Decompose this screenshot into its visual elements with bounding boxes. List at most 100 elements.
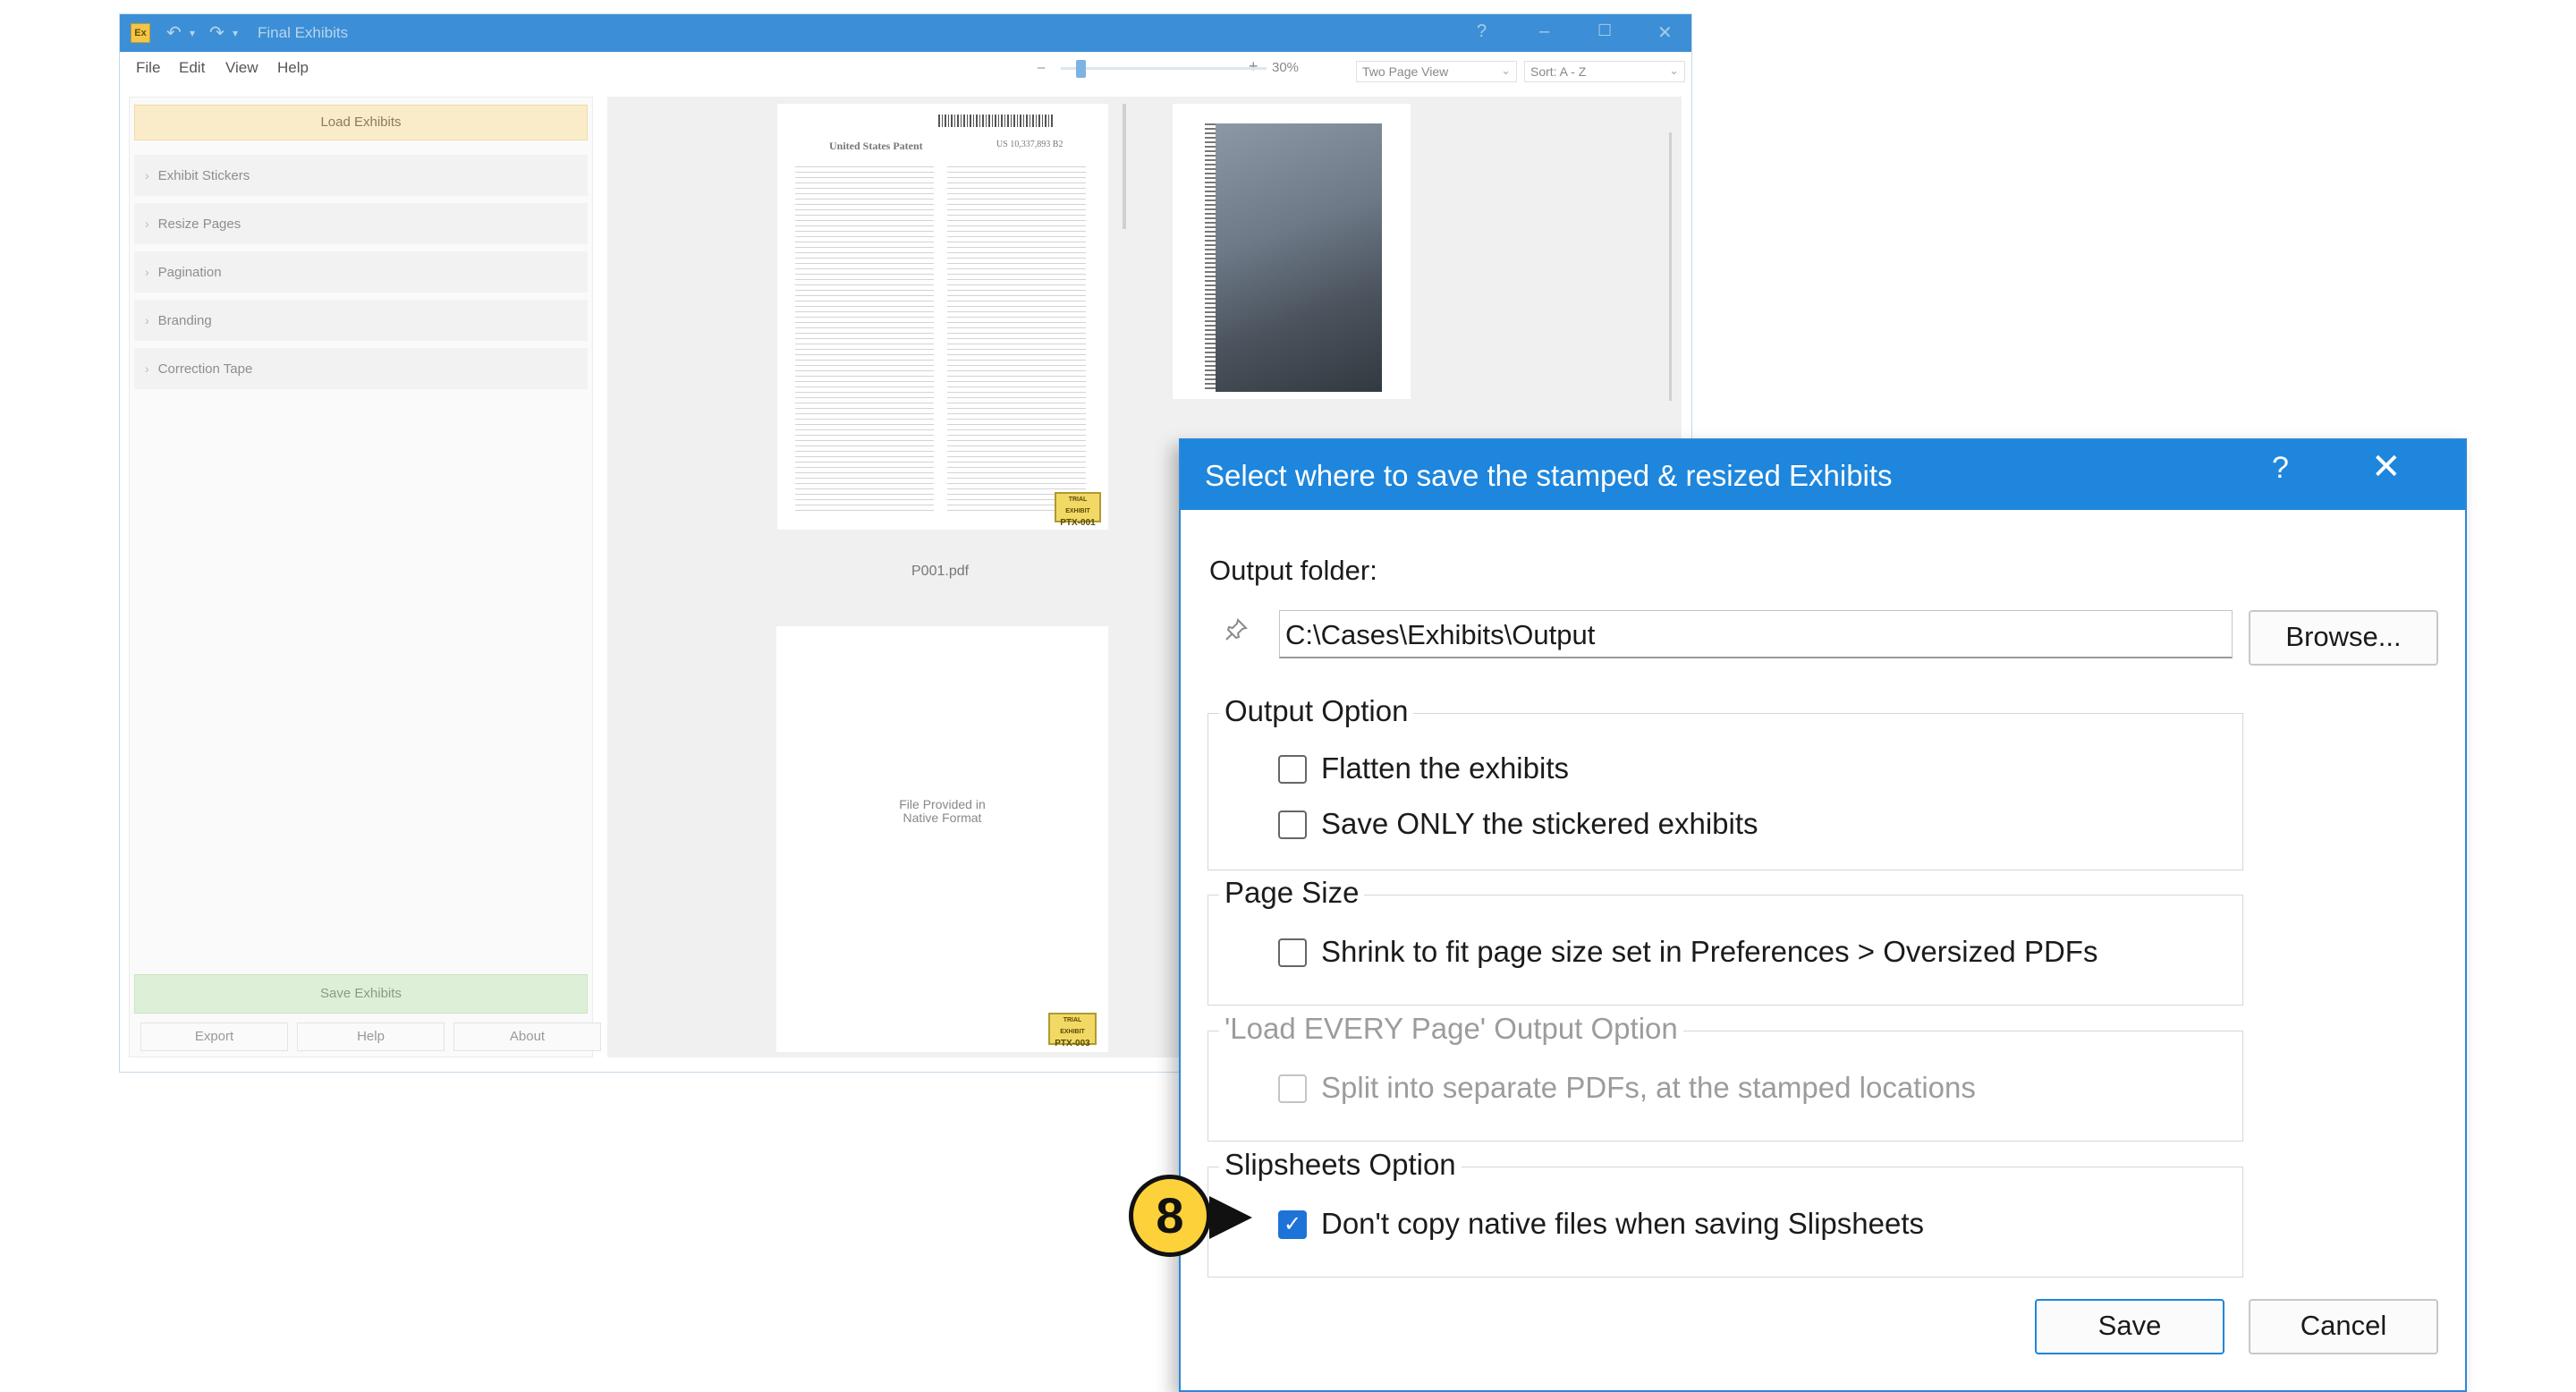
redo-icon[interactable]: ↷ xyxy=(209,21,225,44)
callout-arrow-icon xyxy=(1209,1196,1252,1239)
patent-number: US 10,337,893 B2 xyxy=(996,140,1063,149)
page-size-legend: Page Size xyxy=(1219,876,1365,910)
about-button[interactable]: About xyxy=(453,1023,601,1051)
minimize-icon[interactable]: – xyxy=(1539,21,1549,42)
dont-copy-native-checkbox[interactable]: ✓ xyxy=(1278,1210,1307,1239)
split-pdfs-label: Split into separate PDFs, at the stamped… xyxy=(1321,1071,1976,1104)
view-mode-value: Two Page View xyxy=(1362,64,1449,79)
sidebar-item-label: Pagination xyxy=(157,265,222,280)
page-size-group: Page Size Shrink to fit page size set in… xyxy=(1208,876,2243,1006)
save-dialog: Select where to save the stamped & resiz… xyxy=(1179,438,2467,1392)
zoom-level: 30% xyxy=(1272,60,1300,75)
view-mode-select[interactable]: Two Page View ⌄ xyxy=(1356,61,1517,82)
output-option-group: Output Option Flatten the exhibits Save … xyxy=(1208,694,2243,870)
load-every-page-group: 'Load EVERY Page' Output Option Split in… xyxy=(1208,1012,2243,1142)
sticker-id: PTX-001 xyxy=(1060,518,1096,528)
chevron-right-icon: › xyxy=(145,216,149,231)
step-callout-badge: 8 xyxy=(1129,1175,1211,1257)
menu-help[interactable]: Help xyxy=(277,59,309,77)
window-help-icon[interactable]: ? xyxy=(1477,21,1487,42)
save-only-stickered-checkbox[interactable] xyxy=(1278,811,1307,839)
shrink-to-fit-checkbox[interactable] xyxy=(1278,938,1307,967)
menu-edit[interactable]: Edit xyxy=(179,59,205,77)
app-logo-icon: Ex xyxy=(131,23,150,43)
sort-value: Sort: A - Z xyxy=(1530,64,1587,79)
barcode xyxy=(938,115,1055,127)
doc-text-column xyxy=(947,166,1086,515)
split-pdfs-checkbox xyxy=(1278,1074,1307,1103)
doc-title: United States Patent xyxy=(829,140,923,152)
chevron-right-icon: › xyxy=(145,361,149,376)
load-every-page-legend: 'Load EVERY Page' Output Option xyxy=(1219,1012,1683,1046)
dialog-title-bar: Select where to save the stamped & resiz… xyxy=(1181,440,2465,510)
chevron-right-icon: › xyxy=(145,313,149,327)
sidebar-item-resize-pages[interactable]: › Resize Pages xyxy=(134,203,588,244)
menu-bar: File Edit View Help – + 30% Two Page Vie… xyxy=(120,52,1691,84)
exhibit-sticker: TRIAL EXHIBIT PTX-003 xyxy=(1048,1013,1097,1048)
slipsheets-legend: Slipsheets Option xyxy=(1219,1148,1462,1182)
exhibit-sticker: TRIAL EXHIBIT PTX-001 xyxy=(1055,492,1101,528)
scrollbar[interactable] xyxy=(1123,104,1126,229)
sidebar-item-label: Branding xyxy=(157,313,212,328)
chevron-right-icon: › xyxy=(145,168,149,182)
output-folder-label: Output folder: xyxy=(1209,555,1377,586)
window-title: Final Exhibits xyxy=(258,24,349,41)
barcode xyxy=(1205,123,1216,392)
zoom-slider-thumb[interactable] xyxy=(1076,60,1086,78)
dont-copy-native-label: Don't copy native files when saving Slip… xyxy=(1321,1207,1925,1240)
chevron-down-icon: ⌄ xyxy=(1669,64,1679,77)
sort-select[interactable]: Sort: A - Z ⌄ xyxy=(1524,61,1685,82)
sidebar-item-label: Exhibit Stickers xyxy=(157,168,250,183)
save-button[interactable]: Save xyxy=(2035,1299,2224,1354)
menu-view[interactable]: View xyxy=(225,59,258,77)
chevron-right-icon: › xyxy=(145,265,149,279)
car-photo xyxy=(1216,123,1382,392)
sidebar-item-label: Resize Pages xyxy=(157,216,242,232)
sidebar-item-exhibit-stickers[interactable]: › Exhibit Stickers xyxy=(134,155,588,196)
page-thumbnail[interactable]: File Provided in Native Format TRIAL EXH… xyxy=(776,626,1108,1052)
cancel-button[interactable]: Cancel xyxy=(2249,1299,2438,1354)
shrink-to-fit-label: Shrink to fit page size set in Preferenc… xyxy=(1321,935,2098,968)
sidebar-item-pagination[interactable]: › Pagination xyxy=(134,251,588,293)
doc-text-column xyxy=(795,166,934,515)
sticker-label: TRIAL EXHIBIT xyxy=(1060,1017,1085,1035)
scrollbar[interactable] xyxy=(1669,132,1672,401)
export-button[interactable]: Export xyxy=(140,1023,288,1051)
load-exhibits-button[interactable]: Load Exhibits xyxy=(134,105,588,140)
page-thumbnail[interactable]: United States Patent US 10,337,893 B2 TR… xyxy=(777,104,1108,530)
native-line: Native Format xyxy=(902,811,982,825)
sticker-id: PTX-003 xyxy=(1055,1039,1090,1048)
sidebar-item-correction-tape[interactable]: › Correction Tape xyxy=(134,348,588,389)
sidebar: Load Exhibits › Exhibit Stickers › Resize … xyxy=(129,97,601,1057)
zoom-slider-track[interactable] xyxy=(1061,67,1267,70)
native-line: File Provided in xyxy=(899,797,986,811)
redo-dropdown-icon[interactable]: ▾ xyxy=(233,27,238,39)
close-window-icon[interactable]: ✕ xyxy=(1657,21,1673,44)
slipsheets-group: Slipsheets Option ✓ Don't copy native fi… xyxy=(1208,1148,2243,1277)
native-format-text: File Provided in Native Format xyxy=(776,798,1108,825)
sticker-label: TRIAL EXHIBIT xyxy=(1065,497,1090,514)
maximize-icon[interactable]: ☐ xyxy=(1597,21,1612,40)
chevron-down-icon: ⌄ xyxy=(1501,64,1511,77)
page-caption: P001.pdf xyxy=(911,564,970,579)
close-icon[interactable]: ✕ xyxy=(2371,449,2402,485)
help-button[interactable]: Help xyxy=(297,1023,445,1051)
flatten-exhibits-checkbox[interactable] xyxy=(1278,755,1307,784)
help-icon[interactable]: ? xyxy=(2272,451,2289,486)
title-bar: Ex ↶ ▾ ↷ ▾ Final Exhibits ? – ☐ ✕ xyxy=(120,14,1691,52)
dialog-title: Select where to save the stamped & resiz… xyxy=(1205,459,1893,492)
browse-button[interactable]: Browse... xyxy=(2249,610,2438,666)
output-option-legend: Output Option xyxy=(1219,694,1414,728)
sidebar-item-branding[interactable]: › Branding xyxy=(134,300,588,341)
sidebar-item-label: Correction Tape xyxy=(157,361,253,377)
page-thumbnail[interactable] xyxy=(1173,104,1411,399)
undo-dropdown-icon[interactable]: ▾ xyxy=(190,27,195,39)
output-folder-input[interactable]: C:\Cases\Exhibits\Output xyxy=(1279,610,2233,658)
save-exhibits-button[interactable]: Save Exhibits xyxy=(134,974,588,1014)
menu-file[interactable]: File xyxy=(136,59,160,77)
flatten-exhibits-label: Flatten the exhibits xyxy=(1321,751,1569,785)
undo-icon[interactable]: ↶ xyxy=(166,21,182,44)
save-only-stickered-label: Save ONLY the stickered exhibits xyxy=(1321,807,1758,840)
zoom-out-icon[interactable]: – xyxy=(1038,60,1045,75)
pin-icon[interactable] xyxy=(1224,617,1249,649)
